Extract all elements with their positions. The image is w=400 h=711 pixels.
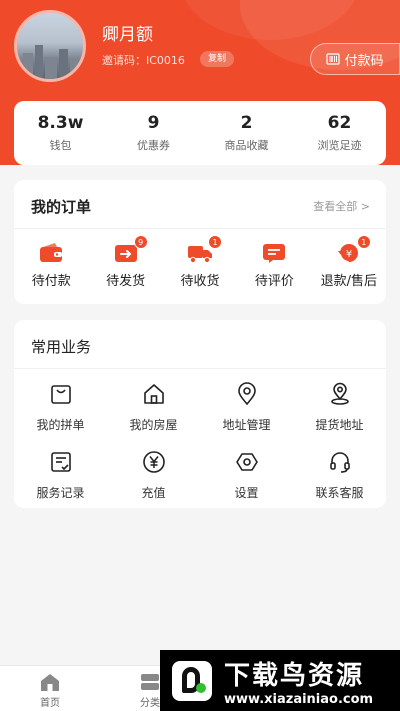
settings-hex-icon xyxy=(235,453,258,471)
stat-value: 62 xyxy=(327,113,352,133)
divider xyxy=(14,368,386,369)
tab-home[interactable]: 首页 xyxy=(0,666,100,711)
service-settings[interactable]: 设置 xyxy=(200,450,293,501)
watermark-banner: 下载鸟资源 www.xiazainiao.com xyxy=(160,650,400,711)
pickup-location-icon xyxy=(330,382,349,405)
house-icon xyxy=(143,384,164,404)
service-label: 提货地址 xyxy=(315,418,364,432)
comment-icon xyxy=(263,244,286,263)
watermark-logo-icon xyxy=(172,660,212,701)
location-pin-icon xyxy=(237,382,256,406)
stat-value: 8.3w xyxy=(37,113,84,133)
stat-value: 9 xyxy=(147,113,160,133)
user-name: 卿月额 xyxy=(102,25,153,45)
service-label: 设置 xyxy=(234,486,259,500)
stat-label: 浏览足迹 xyxy=(317,139,362,152)
wallet-icon xyxy=(40,243,63,262)
svg-text:¥: ¥ xyxy=(346,249,352,260)
paycode-label: 付款码 xyxy=(344,53,384,69)
avatar[interactable] xyxy=(14,10,86,82)
tab-label: 分类 xyxy=(140,698,160,709)
divider xyxy=(14,228,386,229)
category-icon xyxy=(141,674,159,690)
watermark-title: 下载鸟资源 xyxy=(224,660,365,691)
stat-label: 商品收藏 xyxy=(224,139,269,152)
order-badge: 1 xyxy=(356,235,371,249)
stats-card: 8.3w 钱包 9 优惠券 2 商品收藏 62 浏览足迹 xyxy=(14,101,386,165)
stat-value: 2 xyxy=(240,113,253,133)
order-label: 待收货 xyxy=(180,274,220,289)
services-title: 常用业务 xyxy=(31,338,92,356)
order-badge: 1 xyxy=(208,235,223,249)
service-label: 我的拼单 xyxy=(36,418,85,432)
invite-code: 邀请码：IC0016 xyxy=(102,54,185,67)
stat-favorites[interactable]: 2 商品收藏 xyxy=(200,101,293,165)
orders-card: 我的订单 查看全部 > 待付款 9 待发货 1 待收货 待评价 ¥ 1 退款/售… xyxy=(14,180,386,304)
order-label: 退款/售后 xyxy=(320,274,378,289)
stat-label: 优惠券 xyxy=(137,139,170,152)
view-all-orders-link[interactable]: 查看全部 > xyxy=(313,198,370,214)
order-label: 待付款 xyxy=(31,274,71,289)
order-label: 待评价 xyxy=(254,274,294,289)
services-grid: 我的拼单 我的房屋 地址管理 提货地址 服务记录 充值 设置 联系客服 xyxy=(14,382,386,501)
order-pending-payment[interactable]: 待付款 xyxy=(14,242,88,289)
order-pending-receipt[interactable]: 1 待收货 xyxy=(163,235,237,289)
service-pickup-address[interactable]: 提货地址 xyxy=(293,382,386,433)
service-address-management[interactable]: 地址管理 xyxy=(200,382,293,433)
service-label: 服务记录 xyxy=(36,486,85,500)
order-label: 待发货 xyxy=(106,274,146,289)
paycode-button[interactable]: 付款码 xyxy=(310,43,400,75)
service-customer-support[interactable]: 联系客服 xyxy=(293,450,386,501)
record-icon xyxy=(50,452,71,472)
order-refund[interactable]: ¥ 1 退款/售后 xyxy=(312,235,386,289)
stat-coupons[interactable]: 9 优惠券 xyxy=(107,101,200,165)
order-status-row: 待付款 9 待发货 1 待收货 待评价 ¥ 1 退款/售后 xyxy=(14,235,386,289)
bag-icon xyxy=(50,385,71,404)
orders-title: 我的订单 xyxy=(31,198,92,216)
stat-history[interactable]: 62 浏览足迹 xyxy=(293,101,386,165)
tab-label: 首页 xyxy=(40,698,60,709)
stat-label: 钱包 xyxy=(49,139,72,152)
watermark-url: www.xiazainiao.com xyxy=(224,691,374,707)
service-my-house[interactable]: 我的房屋 xyxy=(107,382,200,433)
service-records[interactable]: 服务记录 xyxy=(14,450,107,501)
services-card: 常用业务 我的拼单 我的房屋 地址管理 提货地址 服务记录 充值 设置 联系客服 xyxy=(14,320,386,508)
service-label: 我的房屋 xyxy=(129,418,178,432)
order-pending-review[interactable]: 待评价 xyxy=(237,242,311,289)
order-badge: 9 xyxy=(133,235,148,249)
order-pending-shipment[interactable]: 9 待发货 xyxy=(88,235,162,289)
barcode-icon xyxy=(326,53,341,65)
stat-wallet[interactable]: 8.3w 钱包 xyxy=(14,101,107,165)
service-label: 地址管理 xyxy=(222,418,271,432)
headset-icon xyxy=(329,452,350,473)
home-icon xyxy=(41,674,59,691)
service-recharge[interactable]: 充值 xyxy=(107,450,200,501)
yuan-icon xyxy=(142,451,165,473)
service-label: 联系客服 xyxy=(315,486,364,500)
service-group-buy[interactable]: 我的拼单 xyxy=(14,382,107,433)
service-label: 充值 xyxy=(141,486,166,500)
copy-button[interactable]: 复制 xyxy=(200,51,235,67)
